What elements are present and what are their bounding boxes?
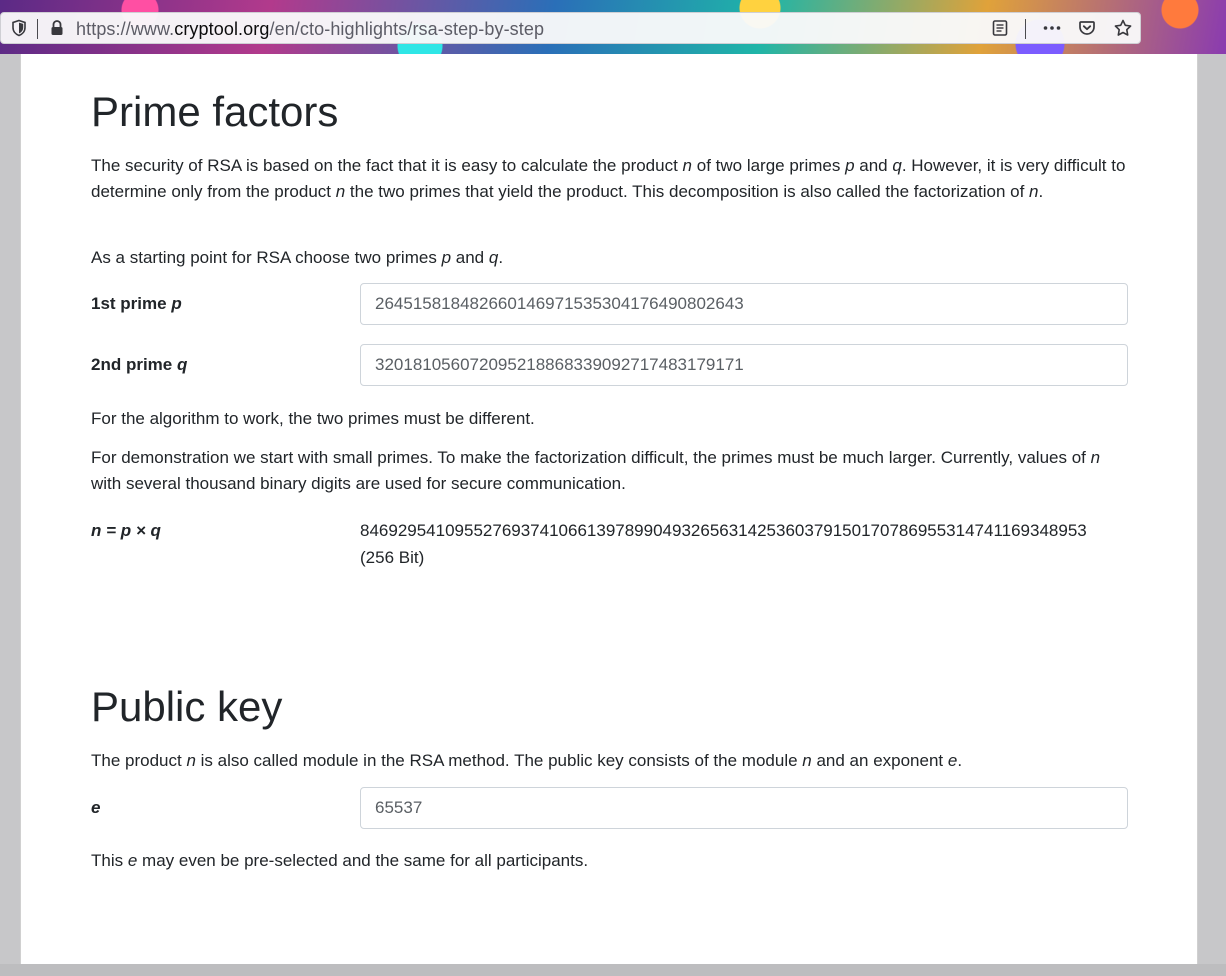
modulus-label: n = p × q <box>91 521 161 540</box>
url-bar[interactable]: https://www.cryptool.org/en/cto-highligh… <box>0 12 1141 44</box>
exponent-note: This e may even be pre-selected and the … <box>91 851 589 870</box>
prime-p-label: 1st prime p <box>91 294 182 313</box>
tracking-protection-shield-icon[interactable] <box>10 19 28 37</box>
public-key-description: The product n is also called module in t… <box>91 751 963 770</box>
different-primes-note: For the algorithm to work, the two prime… <box>91 409 535 428</box>
browser-toolbar: https://www.cryptool.org/en/cto-highligh… <box>0 0 1226 54</box>
window-bottom-edge <box>0 964 1226 976</box>
starting-point-text: As a starting point for RSA choose two p… <box>91 248 504 267</box>
public-key-heading: Public key <box>91 683 283 730</box>
exponent-e-input[interactable]: 65537 <box>360 787 1128 829</box>
lock-icon[interactable] <box>48 19 66 37</box>
prime-q-label: 2nd prime q <box>91 355 188 374</box>
page-actions-more-icon[interactable] <box>1042 19 1061 37</box>
modulus-bit-length: (256 Bit) <box>360 548 425 567</box>
separator <box>37 19 38 39</box>
separator <box>1025 19 1026 39</box>
prime-q-input[interactable]: 320181056072095218868339092717483179171 <box>360 344 1128 386</box>
prime-factors-heading: Prime factors <box>91 88 339 135</box>
pocket-icon[interactable] <box>1078 19 1096 37</box>
bookmark-star-icon[interactable] <box>1113 19 1132 37</box>
reader-view-icon[interactable] <box>991 19 1009 37</box>
prime-p-input[interactable]: 264515818482660146971535304176490802643 <box>360 283 1128 325</box>
exponent-e-label: e <box>91 798 101 817</box>
url-text[interactable]: https://www.cryptool.org/en/cto-highligh… <box>76 19 544 39</box>
prime-factors-intro: The security of RSA is based on the fact… <box>91 156 1126 201</box>
demonstration-text: For demonstration we start with small pr… <box>91 448 1101 493</box>
modulus-number: 8469295410955276937410661397899049326563… <box>360 521 1087 540</box>
page-content: Prime factors The security of RSA is bas… <box>20 54 1198 964</box>
modulus-value: 8469295410955276937410661397899049326563… <box>360 517 1140 571</box>
